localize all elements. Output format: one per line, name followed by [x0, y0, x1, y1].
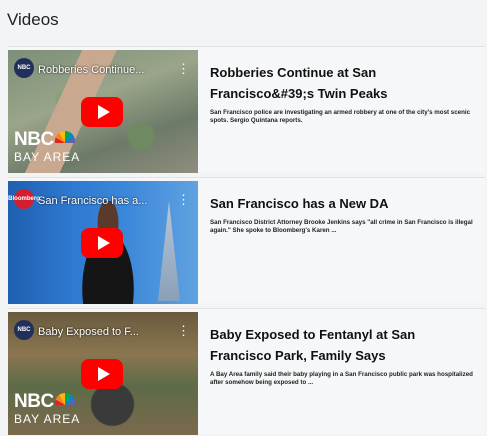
- video-info: San Francisco has a New DA San Francisco…: [210, 193, 476, 235]
- video-description: San Francisco District Attorney Brooke J…: [210, 219, 473, 234]
- video-card[interactable]: Bloomberg San Francisco has a... ⋮ San F…: [8, 177, 485, 304]
- video-overlay-title: Baby Exposed to F...: [38, 326, 139, 338]
- channel-avatar: NBC: [14, 58, 34, 78]
- video-info: Robberies Continue at San Francisco&#39;…: [210, 62, 476, 125]
- video-thumbnail[interactable]: NBC Baby Exposed to F... ⋮ NBC BAY AREA: [8, 312, 198, 435]
- play-button[interactable]: [81, 359, 123, 389]
- video-overlay-title: San Francisco has a...: [38, 195, 148, 207]
- play-icon: [97, 105, 110, 119]
- play-icon: [97, 367, 110, 381]
- nbc-logo: NBC BAY AREA: [14, 129, 81, 164]
- video-description: A Bay Area family said their baby playin…: [210, 371, 473, 386]
- video-card[interactable]: NBC Robberies Continue... ⋮ NBC BAY AREA…: [8, 46, 485, 173]
- nbc-logo: NBC BAY AREA: [14, 391, 81, 426]
- more-options-icon[interactable]: ⋮: [177, 324, 190, 337]
- video-thumbnail[interactable]: NBC Robberies Continue... ⋮ NBC BAY AREA: [8, 50, 198, 173]
- more-options-icon[interactable]: ⋮: [177, 193, 190, 206]
- play-icon: [97, 236, 110, 250]
- video-card[interactable]: NBC Baby Exposed to F... ⋮ NBC BAY AREA …: [8, 308, 485, 435]
- video-description: San Francisco police are investigating a…: [210, 109, 471, 124]
- video-headline[interactable]: Robberies Continue at San Francisco&#39;…: [210, 62, 476, 104]
- video-info: Baby Exposed to Fentanyl at San Francisc…: [210, 324, 476, 387]
- play-button[interactable]: [81, 228, 123, 258]
- channel-avatar: Bloomberg: [8, 189, 40, 209]
- more-options-icon[interactable]: ⋮: [177, 62, 190, 75]
- channel-avatar: NBC: [14, 320, 34, 340]
- peacock-icon: [54, 393, 75, 405]
- video-headline[interactable]: Baby Exposed to Fentanyl at San Francisc…: [210, 324, 476, 366]
- video-thumbnail[interactable]: Bloomberg San Francisco has a... ⋮: [8, 181, 198, 304]
- section-title: Videos: [7, 10, 59, 29]
- video-headline[interactable]: San Francisco has a New DA: [210, 193, 476, 214]
- video-overlay-title: Robberies Continue...: [38, 64, 145, 76]
- play-button[interactable]: [81, 97, 123, 127]
- peacock-icon: [54, 131, 75, 143]
